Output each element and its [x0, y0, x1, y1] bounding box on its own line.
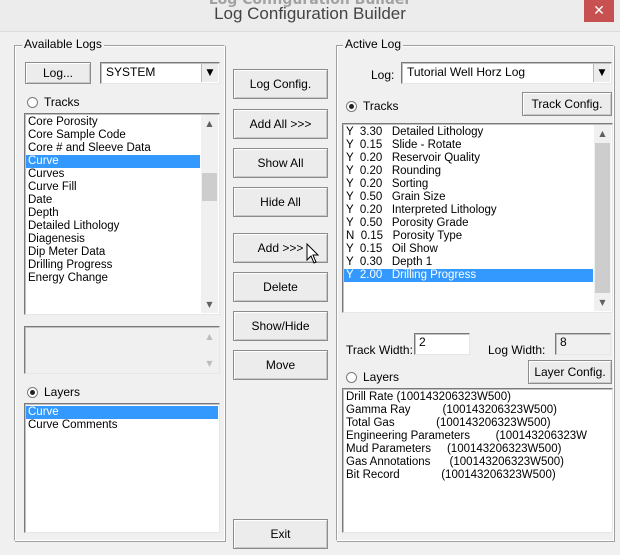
log-config-button[interactable]: Log Config.	[233, 69, 328, 99]
available-track-item[interactable]: Curves	[26, 168, 200, 181]
log-width-input: 8	[555, 333, 611, 355]
exit-button[interactable]: Exit	[233, 519, 328, 549]
active-tracks-list: Y 3.30 Detailed Lithology Y 0.15 Slide - …	[344, 125, 593, 311]
scroll-down-arrow-icon: ▼	[206, 359, 213, 368]
available-tracks-listbox[interactable]: Core Porosity Core Sample Code Core # and …	[24, 113, 220, 315]
available-layers-radio-label: Layers	[44, 385, 81, 399]
window-title: Log Configuration Builder	[214, 4, 406, 23]
log-configuration-builder-window: Log Configuration Builder Log Configurat…	[0, 0, 620, 555]
title-bar[interactable]: Log Configuration Builder Log Configurat…	[0, 0, 620, 32]
chevron-down-icon[interactable]: ▼	[201, 64, 218, 82]
available-tracks-radio[interactable]: Tracks	[27, 95, 80, 109]
active-log-combo[interactable]: Tutorial Well Horz Log ▼	[401, 62, 612, 84]
active-log-combo-value: Tutorial Well Horz Log	[407, 65, 526, 79]
available-track-item[interactable]: Curve Fill	[26, 181, 200, 194]
track-width-label: Track Width:	[346, 343, 413, 357]
available-log-combo-value: SYSTEM	[106, 65, 156, 79]
available-track-item[interactable]: Curve	[26, 155, 200, 168]
track-config-button[interactable]: Track Config.	[522, 92, 612, 116]
available-layer-item[interactable]: Curve	[26, 406, 218, 419]
available-tracks-radio-button[interactable]	[27, 96, 38, 108]
active-tracks-listbox[interactable]: Y 3.30 Detailed Lithology Y 0.15 Slide - …	[342, 123, 613, 313]
close-icon[interactable]: ✕	[584, 0, 614, 22]
scrollbar-thumb[interactable]	[595, 143, 610, 293]
available-layers-listbox[interactable]: Curve Curve Comments	[24, 403, 220, 533]
active-tracks-radio[interactable]: Tracks	[346, 99, 399, 113]
scroll-up-arrow-icon: ▲	[206, 332, 213, 341]
scroll-up-arrow-icon[interactable]: ▲	[201, 115, 218, 132]
active-layer-item[interactable]: Gamma Ray (100143206323W500)	[344, 404, 611, 417]
active-layers-radio-label: Layers	[363, 370, 400, 384]
available-track-item[interactable]: Energy Change	[26, 272, 200, 285]
active-tracks-radio-label: Tracks	[363, 99, 399, 113]
active-track-item[interactable]: Y 0.50 Porosity Grade	[344, 217, 593, 230]
log-width-label: Log Width:	[488, 343, 546, 357]
active-layer-item[interactable]: Bit Record (100143206323W500)	[344, 469, 611, 482]
available-tracks-list: Core Porosity Core Sample Code Core # and …	[26, 115, 200, 313]
active-track-item[interactable]: Y 0.50 Grain Size	[344, 191, 593, 204]
available-log-combo[interactable]: SYSTEM ▼	[100, 62, 220, 84]
chevron-down-icon[interactable]: ▼	[593, 64, 610, 82]
available-track-item[interactable]: Drilling Progress	[26, 259, 200, 272]
active-tracks-radio-button[interactable]	[346, 100, 357, 112]
log-select-button[interactable]: Log...	[25, 62, 91, 84]
active-track-item[interactable]: Y 0.15 Slide - Rotate	[344, 139, 593, 152]
active-layer-item[interactable]: Total Gas (100143206323W500)	[344, 417, 611, 430]
empty-listbox-scrollbar: ▲ ▼	[201, 328, 218, 372]
active-track-item[interactable]: Y 0.30 Depth 1	[344, 256, 593, 269]
active-track-item[interactable]: Y 0.20 Sorting	[344, 178, 593, 191]
available-tracks-radio-label: Tracks	[44, 95, 80, 109]
layer-config-button[interactable]: Layer Config.	[528, 360, 612, 384]
active-track-item[interactable]: Y 2.00 Drilling Progress	[344, 269, 593, 282]
available-track-item[interactable]: Dip Meter Data	[26, 246, 200, 259]
delete-button[interactable]: Delete	[233, 272, 328, 302]
hide-all-button[interactable]: Hide All	[233, 187, 328, 217]
available-track-item[interactable]: Core Porosity	[26, 116, 200, 129]
show-hide-button[interactable]: Show/Hide	[233, 311, 328, 341]
move-button[interactable]: Move	[233, 350, 328, 380]
add-all-button[interactable]: Add All >>>	[233, 109, 328, 139]
active-track-item[interactable]: Y 0.20 Reservoir Quality	[344, 152, 593, 165]
available-track-item[interactable]: Diagenesis	[26, 233, 200, 246]
active-track-item[interactable]: Y 0.20 Rounding	[344, 165, 593, 178]
active-layers-listbox[interactable]: Drill Rate (100143206323W500) Gamma Ray (…	[342, 388, 613, 533]
available-layers-radio[interactable]: Layers	[27, 385, 80, 399]
active-track-item[interactable]: N 0.15 Porosity Type	[344, 230, 593, 243]
active-track-item[interactable]: Y 0.20 Interpreted Lithology	[344, 204, 593, 217]
active-log-label: Active Log	[343, 37, 404, 51]
track-width-input[interactable]: 2	[414, 333, 470, 355]
available-layers-list: Curve Curve Comments	[26, 405, 218, 531]
available-tracks-scrollbar[interactable]: ▲ ▼	[201, 115, 218, 313]
scroll-down-arrow-icon[interactable]: ▼	[594, 294, 611, 311]
mouse-pointer-icon	[306, 243, 320, 264]
active-track-item[interactable]: Y 3.30 Detailed Lithology	[344, 126, 593, 139]
scrollbar-thumb[interactable]	[202, 173, 217, 201]
available-empty-listbox: ▲ ▼	[24, 326, 220, 374]
track-width-value: 2	[419, 335, 426, 349]
available-track-item[interactable]: Depth	[26, 207, 200, 220]
active-layer-item[interactable]: Gas Annotations (100143206323W500)	[344, 456, 611, 469]
active-layers-radio-button[interactable]	[346, 371, 357, 383]
active-layer-item[interactable]: Engineering Parameters (100143206323W	[344, 430, 611, 443]
active-log-combo-label: Log:	[371, 68, 395, 82]
active-track-item[interactable]: Y 0.15 Oil Show	[344, 243, 593, 256]
scroll-up-arrow-icon[interactable]: ▲	[594, 125, 611, 142]
available-track-item[interactable]: Core # and Sleeve Data	[26, 142, 200, 155]
active-layer-item[interactable]: Mud Parameters (100143206323W500)	[344, 443, 611, 456]
available-track-item[interactable]: Core Sample Code	[26, 129, 200, 142]
active-layers-list: Drill Rate (100143206323W500) Gamma Ray (…	[344, 390, 611, 531]
active-tracks-scrollbar[interactable]: ▲ ▼	[594, 125, 611, 311]
available-layer-item[interactable]: Curve Comments	[26, 419, 218, 432]
available-track-item[interactable]: Detailed Lithology	[26, 220, 200, 233]
scroll-down-arrow-icon[interactable]: ▼	[201, 296, 218, 313]
active-layers-radio[interactable]: Layers	[346, 370, 399, 384]
log-width-value: 8	[560, 335, 567, 349]
active-layer-item[interactable]: Drill Rate (100143206323W500)	[344, 391, 611, 404]
show-all-button[interactable]: Show All	[233, 148, 328, 178]
available-layers-radio-button[interactable]	[27, 386, 38, 398]
available-track-item[interactable]: Date	[26, 194, 200, 207]
available-logs-label: Available Logs	[22, 37, 104, 51]
